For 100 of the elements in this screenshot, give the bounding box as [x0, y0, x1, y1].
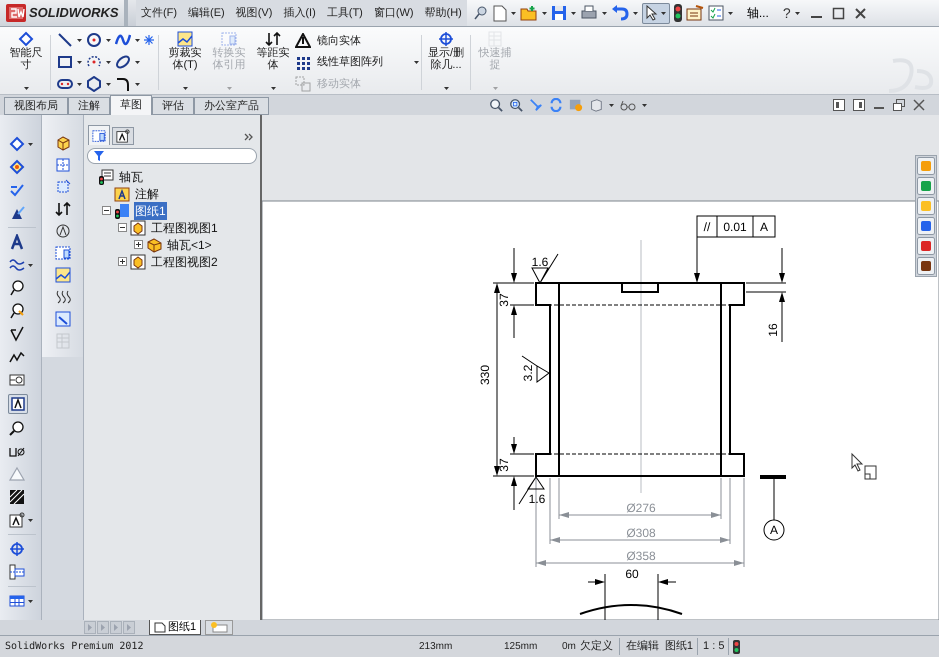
menu-item[interactable]: 窗口(W) — [368, 4, 419, 22]
caret-icon[interactable] — [77, 82, 82, 86]
caret-icon[interactable] — [570, 12, 576, 14]
caret-icon[interactable] — [182, 87, 188, 90]
caret-icon[interactable] — [135, 60, 140, 64]
select-button[interactable] — [642, 2, 670, 24]
add-sheet-tab[interactable] — [205, 620, 234, 635]
expand-chevron-icon[interactable] — [244, 133, 254, 141]
menu-item[interactable]: 编辑(E) — [183, 4, 230, 22]
command-tab[interactable]: 视图布局 — [4, 97, 68, 115]
broken-out-section-icon[interactable] — [54, 267, 70, 283]
open-folder-icon[interactable] — [520, 5, 538, 21]
weld-symbol-icon[interactable] — [9, 349, 25, 365]
spell-check-icon[interactable] — [9, 182, 25, 198]
expand-icon[interactable] — [118, 257, 126, 266]
menu-item[interactable]: 工具(T) — [322, 4, 368, 22]
restore-icon[interactable] — [893, 99, 905, 111]
feature-tree-tab[interactable] — [88, 125, 110, 145]
zoom-area-icon[interactable] — [509, 98, 523, 112]
collapse-icon[interactable] — [118, 223, 126, 232]
caret-icon[interactable] — [24, 87, 28, 90]
fillet-tool-icon[interactable] — [115, 76, 131, 92]
ribbon-button[interactable]: 显示/删除几... — [424, 31, 468, 94]
caret-icon[interactable] — [28, 264, 33, 266]
caret-icon[interactable] — [135, 38, 140, 42]
tree-item[interactable]: 注解 — [134, 184, 160, 202]
save-icon[interactable] — [550, 5, 567, 21]
caret-icon[interactable] — [106, 82, 111, 86]
caret-icon[interactable] — [632, 12, 638, 14]
caret-icon[interactable] — [77, 60, 82, 64]
caret-icon[interactable] — [510, 12, 516, 14]
ellipse-tool-icon[interactable] — [115, 54, 131, 70]
caret-icon[interactable] — [414, 61, 419, 64]
caret-icon[interactable] — [542, 12, 547, 14]
printer-icon[interactable] — [580, 5, 598, 21]
caret-icon[interactable] — [270, 87, 276, 90]
ribbon-button[interactable]: 线性草图阵列 — [295, 52, 419, 72]
tile-right-icon[interactable] — [853, 99, 865, 111]
slot-tool-icon[interactable] — [57, 76, 73, 92]
tree-item[interactable]: 工程图视图2 — [150, 252, 219, 270]
collapse-icon[interactable] — [102, 206, 110, 215]
command-tab[interactable]: 办公室产品 — [194, 97, 269, 115]
pan-icon[interactable] — [529, 98, 543, 112]
zoom-to-fit-icon[interactable] — [489, 98, 503, 112]
caret-icon[interactable] — [660, 12, 666, 14]
surface-finish-icon[interactable] — [9, 326, 25, 342]
block-icon[interactable] — [9, 512, 25, 528]
magnifier-icon[interactable] — [9, 420, 25, 436]
auto-balloon-icon[interactable] — [9, 303, 25, 319]
table-icon[interactable] — [9, 593, 25, 609]
tree-item[interactable]: 轴瓦<1> — [166, 236, 213, 254]
circle-tool-icon[interactable] — [86, 32, 102, 48]
expand-icon[interactable] — [134, 240, 142, 249]
point-tool-icon[interactable] — [144, 35, 154, 45]
linear-pattern-icon[interactable] — [9, 257, 25, 273]
caret-icon[interactable] — [28, 518, 33, 522]
new-document-icon[interactable] — [492, 4, 507, 22]
model-view-icon[interactable] — [54, 135, 70, 151]
traffic-light-icon[interactable] — [674, 4, 682, 22]
traffic-light-icon[interactable] — [733, 640, 740, 654]
maximize-icon[interactable] — [832, 6, 845, 20]
undo-icon[interactable] — [610, 5, 629, 21]
checklist-icon[interactable] — [708, 5, 724, 21]
tree-item[interactable]: 图纸1 — [134, 202, 167, 220]
format-painter-icon[interactable] — [9, 205, 25, 221]
tile-left-icon[interactable] — [833, 99, 845, 111]
options-icon[interactable] — [686, 5, 704, 21]
note-icon[interactable] — [9, 234, 25, 250]
sheet-tab[interactable]: 图纸1 — [149, 620, 202, 635]
menu-item[interactable]: 文件(F) — [136, 4, 182, 22]
command-tab[interactable]: 评估 — [152, 97, 194, 115]
caret-icon[interactable] — [106, 60, 111, 64]
detail-view-icon[interactable] — [54, 223, 70, 239]
pushpin-icon[interactable] — [472, 5, 489, 21]
datum-feature-icon[interactable] — [10, 396, 26, 412]
rect-tool-icon[interactable] — [57, 54, 73, 70]
caret-icon[interactable] — [106, 38, 111, 42]
break-view-icon[interactable] — [54, 289, 70, 305]
ribbon-button[interactable]: 剪裁实体(T) — [163, 31, 207, 94]
property-tab[interactable] — [112, 127, 134, 145]
help-button[interactable]: ? — [782, 2, 791, 24]
cube-view-icon[interactable] — [589, 98, 603, 112]
rotate-icon[interactable] — [549, 98, 563, 112]
glasses-icon[interactable] — [620, 99, 636, 111]
caret-icon[interactable] — [28, 600, 33, 602]
caret-icon[interactable] — [728, 12, 733, 14]
center-mark-icon[interactable] — [9, 541, 25, 557]
standard-views-icon[interactable] — [54, 245, 70, 261]
command-tab[interactable]: 草图 — [110, 95, 152, 115]
projected-view-icon[interactable] — [54, 157, 70, 173]
caret-icon[interactable] — [609, 104, 614, 106]
caret-icon[interactable] — [642, 104, 647, 106]
dimension-icon[interactable] — [9, 136, 25, 152]
balloon-icon[interactable] — [9, 280, 25, 296]
filter-field[interactable] — [87, 148, 257, 164]
ribbon-button[interactable]: 镜向实体 — [295, 31, 419, 51]
caret-icon[interactable] — [28, 142, 33, 146]
polygon-tool-icon[interactable] — [86, 76, 102, 92]
menu-item[interactable]: 帮助(H) — [420, 4, 467, 22]
command-tab[interactable]: 注解 — [68, 97, 110, 115]
